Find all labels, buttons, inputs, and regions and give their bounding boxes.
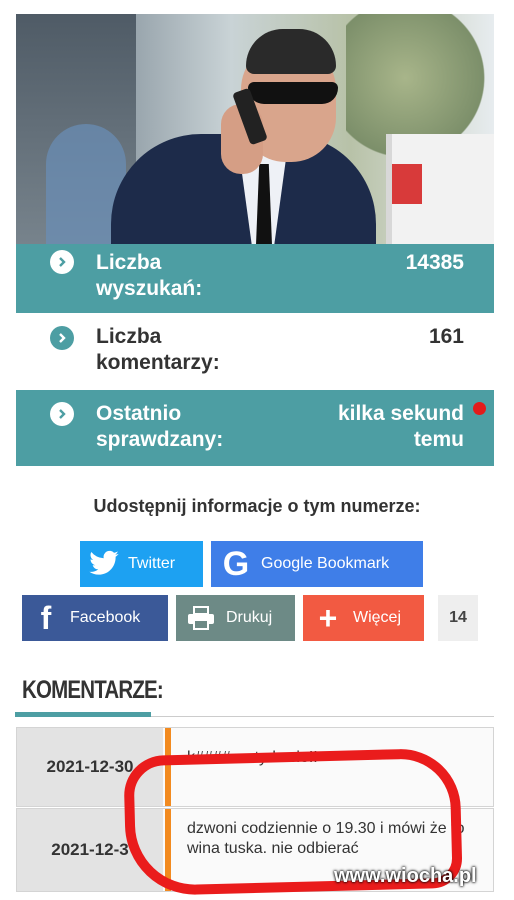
facebook-f-icon: f: [40, 599, 52, 636]
stat-row-comments: Liczba komentarzy: 161: [16, 313, 494, 389]
twitter-bird-icon: [80, 550, 128, 578]
more-label: Więcej: [353, 609, 402, 626]
facebook-share-button[interactable]: f Facebook: [22, 595, 168, 641]
chevron-right-icon: [50, 250, 74, 274]
share-title: Udostępnij informacje o tym numerze:: [93, 496, 421, 516]
share-count: 14: [438, 595, 478, 641]
stat-value: kilka sekund temu: [337, 402, 464, 451]
print-button[interactable]: Drukuj: [176, 595, 295, 641]
caller-photo: [16, 14, 494, 244]
stat-value: 161: [428, 325, 464, 348]
google-bookmark-button[interactable]: G Google Bookmark: [211, 541, 423, 587]
stat-row-searches: Liczba wyszukań: 14385: [16, 244, 494, 313]
comments-heading: KOMENTARZE:: [22, 676, 164, 704]
more-share-button[interactable]: + Więcej: [303, 595, 424, 641]
stat-label: Ostatnio sprawdzany:: [96, 402, 224, 451]
stat-value: 14385: [405, 251, 464, 274]
twitter-share-button[interactable]: Twitter: [80, 541, 203, 587]
google-label: Google Bookmark: [261, 555, 390, 572]
live-indicator-dot: [473, 402, 486, 415]
site-watermark: www.wiocha.pl: [334, 865, 477, 887]
stat-label: Liczba komentarzy:: [96, 325, 220, 374]
stat-row-last-checked: Ostatnio sprawdzany: kilka sekund temu: [16, 390, 494, 466]
print-label: Drukuj: [226, 609, 273, 626]
chevron-right-icon: [50, 402, 74, 426]
stat-label: Liczba wyszukań:: [96, 251, 203, 300]
plus-icon: +: [318, 599, 338, 636]
facebook-label: Facebook: [70, 609, 141, 626]
divider: [151, 716, 494, 717]
chevron-right-icon: [50, 326, 74, 350]
google-g-icon: G: [222, 544, 250, 583]
twitter-label: Twitter: [128, 555, 176, 572]
printer-icon: [176, 606, 226, 630]
heading-underline: [15, 712, 151, 717]
